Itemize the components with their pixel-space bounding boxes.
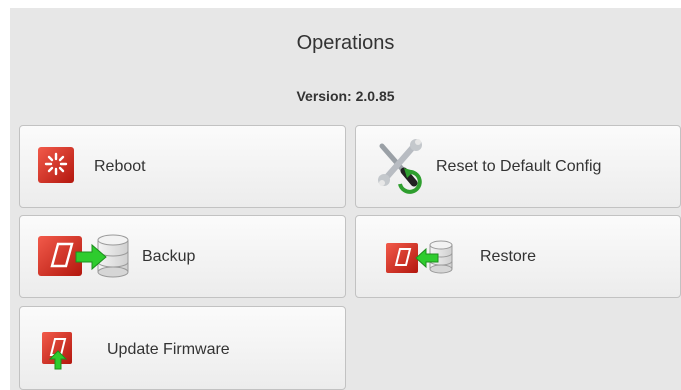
tools-reset-icon <box>374 138 426 194</box>
version-label: Version: 2.0.85 <box>296 88 395 104</box>
reboot-button[interactable]: Reboot <box>19 125 346 208</box>
reset-default-config-label: Reset to Default Config <box>436 158 602 175</box>
reset-default-config-button[interactable]: Reset to Default Config <box>355 125 681 208</box>
firmware-upload-icon <box>40 329 78 371</box>
restore-button[interactable]: Restore <box>355 215 681 298</box>
restore-icon <box>384 239 454 275</box>
backup-label: Backup <box>142 248 196 265</box>
update-firmware-button[interactable]: Update Firmware <box>19 306 346 390</box>
backup-icon <box>36 232 132 280</box>
backup-button[interactable]: Backup <box>19 215 346 298</box>
reboot-label: Reboot <box>94 158 146 175</box>
page-title: Operations <box>296 32 395 54</box>
restore-label: Restore <box>480 248 537 265</box>
reboot-icon <box>36 144 76 186</box>
update-firmware-label: Update Firmware <box>107 341 230 358</box>
